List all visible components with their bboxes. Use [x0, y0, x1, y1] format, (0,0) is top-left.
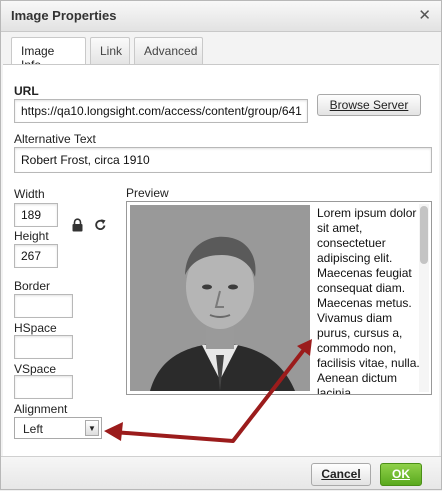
cancel-button[interactable]: Cancel [311, 463, 371, 486]
image-properties-dialog: Image Properties ✕ Image Info Link Advan… [0, 0, 442, 490]
annotation-arrow [104, 339, 312, 443]
dialog-footer: Cancel OK [1, 456, 441, 489]
cancel-label: Cancel [321, 467, 361, 481]
ok-label: OK [392, 467, 410, 481]
ok-button[interactable]: OK [380, 463, 422, 486]
